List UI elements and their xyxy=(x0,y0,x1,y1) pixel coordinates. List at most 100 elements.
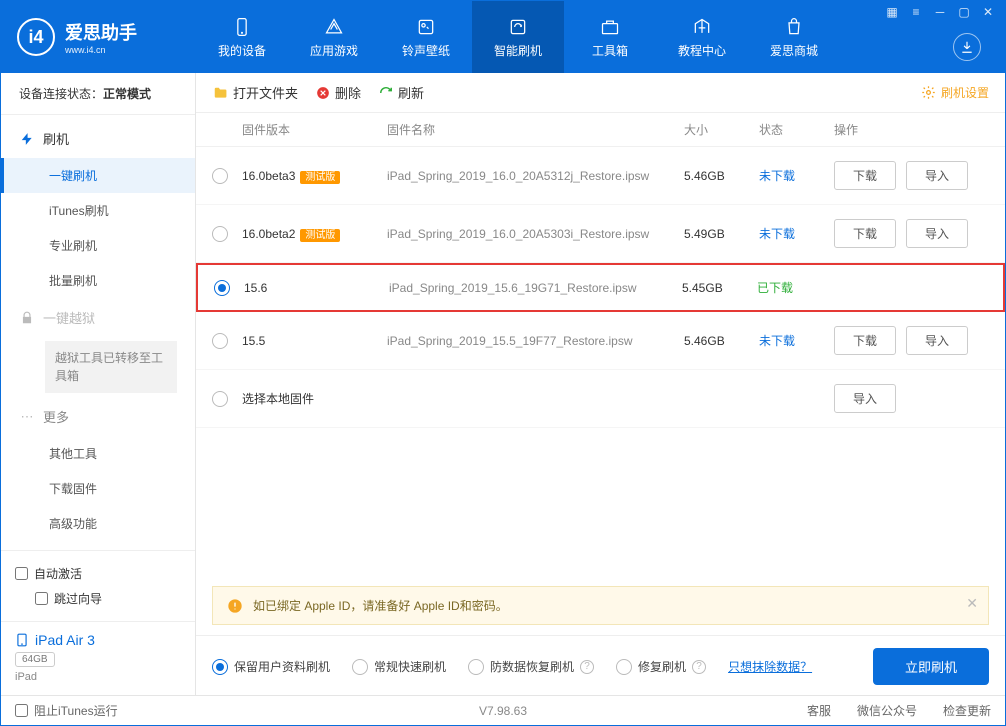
sidebar-item-itunes[interactable]: iTunes刷机 xyxy=(1,193,195,228)
cell-ops: 导入 xyxy=(834,384,989,413)
nav-label: 应用游戏 xyxy=(310,42,358,59)
jailbreak-note: 越狱工具已转移至工具箱 xyxy=(45,341,177,393)
opt-keep-data[interactable]: 保留用户资料刷机 xyxy=(212,658,330,675)
cell-version: 16.0beta2测试版 xyxy=(242,226,387,241)
nav-icon xyxy=(323,16,345,38)
notice-text: 如已绑定 Apple ID，请准备好 Apple ID和密码。 xyxy=(253,597,508,614)
logo-area: i4 爱思助手 www.i4.cn xyxy=(1,18,196,56)
notice-close-icon[interactable]: ✕ xyxy=(966,595,978,612)
row-radio[interactable] xyxy=(212,391,228,407)
radio-icon xyxy=(616,659,632,675)
radio-icon xyxy=(352,659,368,675)
row-radio[interactable] xyxy=(212,226,228,242)
row-radio[interactable] xyxy=(212,333,228,349)
th-version: 固件版本 xyxy=(242,121,387,138)
notice-bar: 如已绑定 Apple ID，请准备好 Apple ID和密码。 ✕ xyxy=(212,586,989,625)
sidebar-item-pro[interactable]: 专业刷机 xyxy=(1,228,195,263)
cell-size: 5.46GB xyxy=(684,334,759,348)
firmware-row[interactable]: 15.6iPad_Spring_2019_15.6_19G71_Restore.… xyxy=(196,263,1005,312)
row-radio[interactable] xyxy=(212,168,228,184)
nav-item-3[interactable]: 智能刷机 xyxy=(472,1,564,73)
refresh-button[interactable]: 刷新 xyxy=(379,83,424,102)
menu1-icon[interactable]: ▦ xyxy=(881,3,903,21)
cell-ops: 下载导入 xyxy=(834,161,989,190)
sidebar-item-batch[interactable]: 批量刷机 xyxy=(1,263,195,298)
minimize-icon[interactable]: ─ xyxy=(929,3,951,21)
download-button[interactable]: 下载 xyxy=(834,219,896,248)
firmware-row[interactable]: 选择本地固件导入 xyxy=(196,370,1005,428)
device-status: 设备连接状态：正常模式 xyxy=(1,73,195,115)
side-group-jailbreak: 一键越狱 xyxy=(1,298,195,337)
device-info: iPad Air 3 64GB iPad xyxy=(1,621,195,695)
nav-item-5[interactable]: 教程中心 xyxy=(656,1,748,73)
sidebar-item-oneclick[interactable]: 一键刷机 xyxy=(1,158,195,193)
firmware-row[interactable]: 15.5iPad_Spring_2019_15.5_19F77_Restore.… xyxy=(196,312,1005,370)
help-icon[interactable]: ? xyxy=(580,660,594,674)
nav-item-4[interactable]: 工具箱 xyxy=(564,1,656,73)
cell-version: 15.6 xyxy=(244,281,389,295)
nav-item-2[interactable]: 铃声壁纸 xyxy=(380,1,472,73)
side-nav: 刷机 一键刷机 iTunes刷机 专业刷机 批量刷机 一键越狱 越狱工具已转移至… xyxy=(1,115,195,550)
logo-text: 爱思助手 www.i4.cn xyxy=(65,19,137,55)
menu2-icon[interactable]: ≡ xyxy=(905,3,927,21)
opt-label: 常规快速刷机 xyxy=(374,658,446,675)
download-button[interactable]: 下载 xyxy=(834,161,896,190)
firmware-row[interactable]: 16.0beta2测试版iPad_Spring_2019_16.0_20A530… xyxy=(196,205,1005,263)
import-button[interactable]: 导入 xyxy=(906,161,968,190)
app-header: i4 爱思助手 www.i4.cn 我的设备应用游戏 铃声壁纸智能刷机 工具箱教程中… xyxy=(1,1,1005,73)
firmware-row[interactable]: 16.0beta3测试版iPad_Spring_2019_16.0_20A531… xyxy=(196,147,1005,205)
th-ops: 操作 xyxy=(834,121,989,138)
flash-now-button[interactable]: 立即刷机 xyxy=(873,648,989,685)
side-group-more[interactable]: ⋯ 更多 xyxy=(1,397,195,436)
flash-settings-button[interactable]: 刷机设置 xyxy=(921,84,989,101)
import-button[interactable]: 导入 xyxy=(906,326,968,355)
skip-guide-checkbox[interactable]: 跳过向导 xyxy=(35,586,102,611)
beta-badge: 测试版 xyxy=(300,229,340,242)
block-itunes-label: 阻止iTunes运行 xyxy=(34,702,118,719)
cell-name: iPad_Spring_2019_16.0_20A5303i_Restore.i… xyxy=(387,227,684,241)
import-button[interactable]: 导入 xyxy=(834,384,896,413)
settings-label: 刷机设置 xyxy=(941,84,989,101)
opt-label: 修复刷机 xyxy=(638,658,686,675)
flash-icon xyxy=(19,131,35,147)
auto-activate-checkbox[interactable]: 自动激活 xyxy=(15,561,181,586)
side-group-label: 更多 xyxy=(43,407,69,426)
erase-link[interactable]: 只想抹除数据？ xyxy=(728,658,812,675)
download-center-icon[interactable] xyxy=(953,33,981,61)
nav-label: 智能刷机 xyxy=(494,42,542,59)
block-itunes-checkbox[interactable]: 阻止iTunes运行 xyxy=(15,698,118,723)
sidebar-item-other[interactable]: 其他工具 xyxy=(1,436,195,471)
flash-options: 保留用户资料刷机 常规快速刷机 防数据恢复刷机? 修复刷机? 只想抹除数据？ 立… xyxy=(196,635,1005,695)
delete-button[interactable]: 删除 xyxy=(316,83,361,102)
device-type: iPad xyxy=(15,671,181,683)
download-button[interactable]: 下载 xyxy=(834,326,896,355)
close-icon[interactable]: ✕ xyxy=(977,3,999,21)
nav-item-6[interactable]: 爱思商城 xyxy=(748,1,840,73)
open-folder-button[interactable]: 打开文件夹 xyxy=(212,83,298,102)
sidebar-item-advanced[interactable]: 高级功能 xyxy=(1,506,195,541)
side-group-flash[interactable]: 刷机 xyxy=(1,119,195,158)
cell-size: 5.49GB xyxy=(684,227,759,241)
delete-icon xyxy=(316,86,330,100)
opt-normal[interactable]: 常规快速刷机 xyxy=(352,658,446,675)
nav-item-1[interactable]: 应用游戏 xyxy=(288,1,380,73)
cell-status: 未下载 xyxy=(759,332,834,349)
footer-link-cs[interactable]: 客服 xyxy=(807,702,831,719)
footer-link-update[interactable]: 检查更新 xyxy=(943,702,991,719)
nav-label: 教程中心 xyxy=(678,42,726,59)
main: 设备连接状态：正常模式 刷机 一键刷机 iTunes刷机 专业刷机 批量刷机 一… xyxy=(1,73,1005,695)
warning-icon xyxy=(227,598,243,614)
opt-repair[interactable]: 修复刷机? xyxy=(616,658,706,675)
opt-antirecover[interactable]: 防数据恢复刷机? xyxy=(468,658,594,675)
nav-icon xyxy=(691,16,713,38)
import-button[interactable]: 导入 xyxy=(906,219,968,248)
maximize-icon[interactable]: ▢ xyxy=(953,3,975,21)
cell-name: iPad_Spring_2019_16.0_20A5312j_Restore.i… xyxy=(387,169,684,183)
footer-link-wechat[interactable]: 微信公众号 xyxy=(857,702,917,719)
nav-item-0[interactable]: 我的设备 xyxy=(196,1,288,73)
row-radio[interactable] xyxy=(214,280,230,296)
help-icon[interactable]: ? xyxy=(692,660,706,674)
th-status: 状态 xyxy=(759,121,834,138)
th-name: 固件名称 xyxy=(387,121,684,138)
sidebar-item-download[interactable]: 下载固件 xyxy=(1,471,195,506)
